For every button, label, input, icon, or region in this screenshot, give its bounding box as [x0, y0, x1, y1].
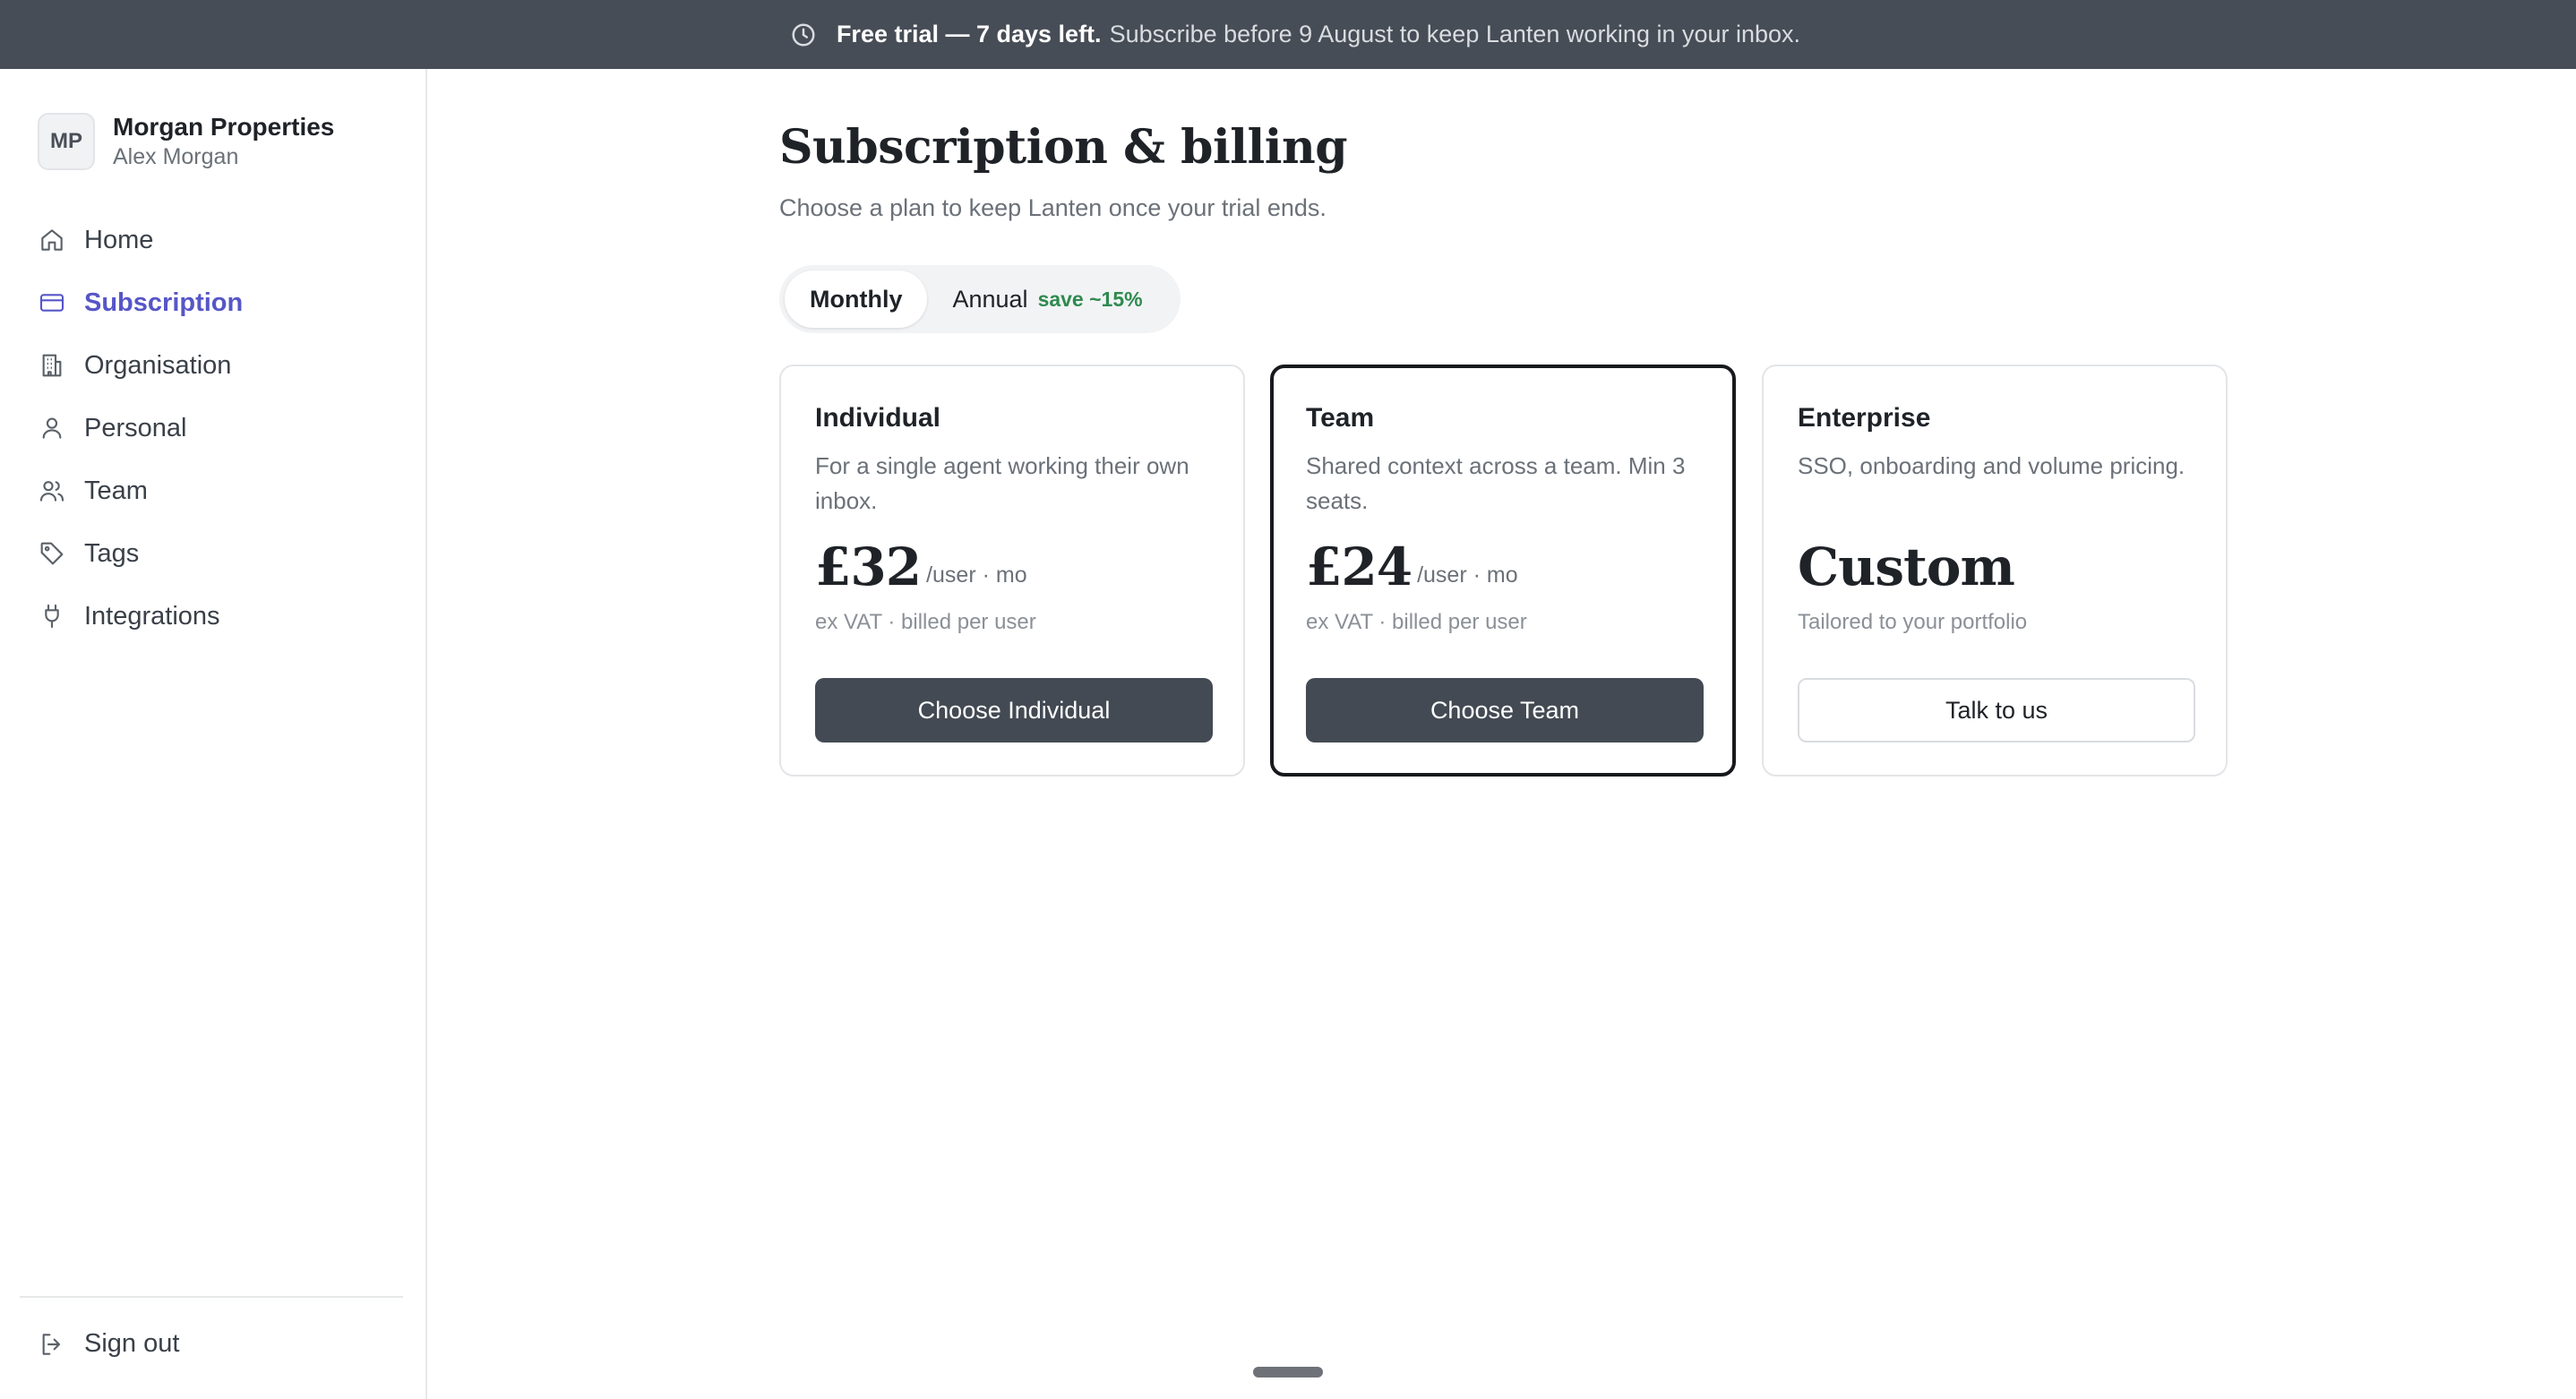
plan-price: Custom	[1798, 536, 2015, 597]
plug-icon	[38, 602, 66, 631]
sign-out-button[interactable]: Sign out	[38, 1329, 179, 1359]
home-indicator	[1253, 1367, 1323, 1378]
page-subtitle: Choose a plan to keep Lanten once your t…	[779, 194, 1327, 221]
plan-name: Team	[1306, 403, 1375, 433]
sidebar-item-personal[interactable]: Personal	[38, 397, 243, 459]
toggle-monthly-label: Monthly	[810, 285, 903, 313]
sidebar-item-organisation[interactable]: Organisation	[38, 334, 243, 397]
toggle-annual[interactable]: Annual save ~15%	[927, 270, 1167, 328]
sidebar-item-label: Team	[84, 476, 148, 505]
plan-price: £24	[1306, 536, 1413, 597]
org-switcher[interactable]: MP Morgan Properties Alex Morgan	[38, 112, 334, 171]
org-avatar: MP	[38, 113, 95, 170]
sidebar-item-label: Subscription	[84, 288, 244, 317]
toggle-annual-label: Annual	[952, 285, 1028, 313]
trial-banner: Free trial — 7 days left. Subscribe befo…	[0, 0, 2576, 69]
plan-card-individual: Individual For a single agent working th…	[779, 365, 1245, 777]
sidebar-item-label: Integrations	[84, 601, 220, 631]
sign-out-label: Sign out	[84, 1329, 180, 1358]
choose-individual-button[interactable]: Choose Individual	[815, 678, 1213, 742]
choose-team-button[interactable]: Choose Team	[1306, 678, 1704, 742]
plan-price-note: ex VAT · billed per user	[815, 610, 1036, 634]
credit-card-icon	[38, 288, 66, 317]
plan-cards: Individual For a single agent working th…	[779, 365, 2230, 777]
sidebar-item-tags[interactable]: Tags	[38, 522, 243, 585]
plan-description: For a single agent working their own inb…	[815, 452, 1189, 514]
sidebar-item-label: Home	[84, 225, 154, 254]
page-title: Subscription & billing	[779, 120, 1348, 175]
annual-savings-badge: save ~15%	[1037, 287, 1143, 311]
home-icon	[38, 226, 66, 254]
sidebar-item-home[interactable]: Home	[38, 209, 243, 271]
plan-description: Shared context across a team. Min 3 seat…	[1306, 452, 1686, 514]
trial-banner-strong: Free trial — 7 days left.	[836, 21, 1102, 47]
sidebar-item-team[interactable]: Team	[38, 459, 243, 522]
plan-price-note: ex VAT · billed per user	[1306, 610, 1527, 634]
plan-name: Individual	[815, 403, 941, 433]
plan-card-team: Team Shared context across a team. Min 3…	[1270, 365, 1736, 777]
clock-icon	[790, 21, 817, 48]
plan-price-note: Tailored to your portfolio	[1798, 610, 2028, 634]
talk-to-us-button[interactable]: Talk to us	[1798, 678, 2195, 742]
toggle-monthly[interactable]: Monthly	[785, 270, 928, 328]
billing-period-toggle: Monthly Annual save ~15%	[779, 265, 1181, 333]
plan-name: Enterprise	[1798, 403, 1931, 433]
sidebar-item-label: Tags	[84, 538, 140, 568]
org-name: Morgan Properties	[113, 113, 335, 141]
sidebar-item-integrations[interactable]: Integrations	[38, 585, 243, 648]
plan-price-unit: /user · mo	[926, 562, 1027, 588]
sign-out-icon	[38, 1330, 66, 1359]
plan-card-enterprise: Enterprise SSO, onboarding and volume pr…	[1762, 365, 2228, 777]
sidebar: MP Morgan Properties Alex Morgan Home Su…	[0, 69, 427, 1399]
sidebar-divider	[20, 1296, 403, 1298]
sidebar-item-label: Personal	[84, 413, 187, 442]
tag-icon	[38, 539, 66, 568]
sidebar-item-label: Organisation	[84, 350, 232, 380]
user-icon	[38, 414, 66, 442]
plan-price-unit: /user · mo	[1417, 562, 1518, 588]
building-icon	[38, 351, 66, 380]
user-name: Alex Morgan	[113, 144, 239, 169]
plan-description: SSO, onboarding and volume pricing.	[1798, 452, 2185, 479]
users-icon	[38, 476, 66, 505]
trial-banner-text: Subscribe before 9 August to keep Lanten…	[1109, 21, 1801, 47]
plan-price: £32	[815, 536, 922, 597]
sidebar-item-subscription[interactable]: Subscription	[38, 271, 243, 334]
sidebar-nav: Home Subscription Organisation Personal …	[38, 209, 243, 648]
